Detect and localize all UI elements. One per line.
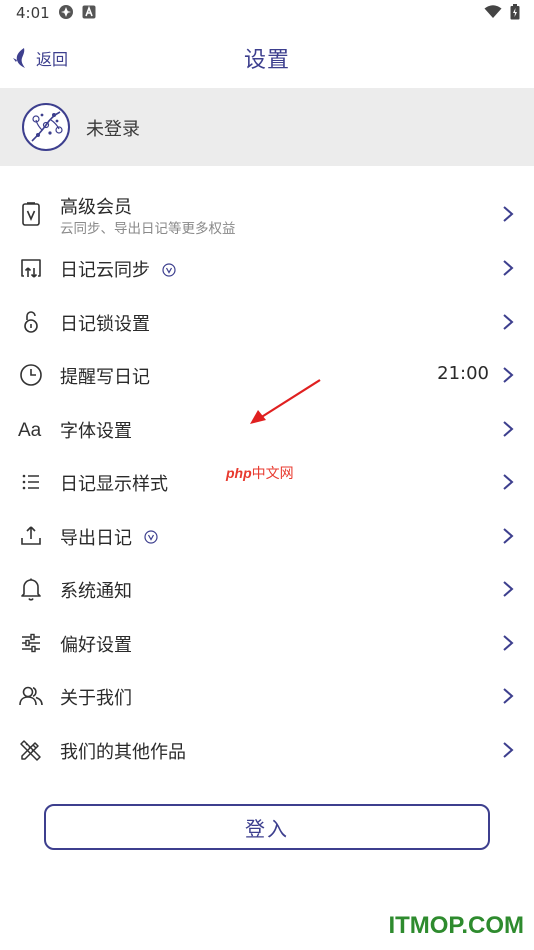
people-icon: [19, 686, 43, 706]
status-right-icons: [484, 4, 520, 20]
menu-label: 日记锁设置: [60, 313, 150, 335]
status-left-icons: [58, 4, 96, 20]
font-icon: Aa: [18, 420, 42, 441]
chevron-right-icon: [503, 581, 514, 597]
list-style-icon: [22, 474, 39, 490]
menu-label-text: 导出日记: [60, 527, 132, 549]
chevron-right-icon: [503, 420, 514, 437]
menu-item-about-us[interactable]: 关于我们: [0, 669, 534, 723]
menu-sublabel: 云同步、导出日记等更多权益: [60, 221, 236, 237]
nav-bar: 返回 设置: [0, 28, 534, 88]
clock-icon: [20, 364, 42, 386]
bell-icon: [21, 578, 41, 601]
login-status: 未登录: [86, 119, 140, 140]
svg-text:Aa: Aa: [18, 420, 42, 441]
site-watermark: ITMOP.COM: [388, 912, 524, 939]
status-time: 4:01: [16, 4, 50, 22]
sliders-icon: [22, 633, 40, 652]
font-notification-icon: [82, 5, 96, 19]
menu-item-premium[interactable]: 高级会员 云同步、导出日记等更多权益: [0, 187, 534, 241]
avatar: [22, 103, 70, 151]
status-bar: 4:01: [0, 0, 534, 28]
menu-label: 字体设置: [60, 420, 132, 442]
vip-badge-icon: [162, 262, 176, 277]
battery-icon: [510, 4, 520, 20]
menu-label: 提醒写日记: [60, 367, 150, 388]
reminder-time-value: 21:00: [437, 363, 489, 384]
menu-label: 我们的其他作品: [60, 741, 186, 763]
login-button[interactable]: 登入: [44, 804, 490, 850]
chevron-right-icon: [503, 741, 514, 758]
chevron-right-icon: [503, 313, 514, 330]
chevron-right-icon: [503, 634, 514, 651]
cloud-sync-icon: [21, 259, 41, 278]
menu-item-other-works[interactable]: 我们的其他作品: [0, 723, 534, 777]
lock-icon: [24, 310, 38, 333]
chevron-right-icon: [503, 688, 514, 704]
menu-item-cloud-sync[interactable]: 日记云同步: [0, 241, 534, 295]
menu-label: 日记云同步: [60, 256, 176, 282]
menu-label: 系统通知: [60, 581, 132, 602]
plum-blossom-avatar-icon: [31, 111, 63, 142]
export-icon: [21, 525, 41, 545]
chevron-right-icon: [503, 260, 514, 276]
vip-card-icon: [22, 202, 40, 226]
menu-item-diary-lock[interactable]: 日记锁设置: [0, 295, 534, 349]
account-card[interactable]: 未登录: [0, 88, 534, 166]
red-arrow-annotation: [250, 379, 321, 424]
page-title: 设置: [243, 48, 290, 73]
menu-label-text: 日记云同步: [60, 260, 150, 281]
chevron-right-icon: [503, 474, 514, 490]
chevron-right-icon: [503, 527, 514, 544]
menu-label: 偏好设置: [60, 634, 132, 656]
php-watermark: php中文网: [226, 463, 294, 483]
menu-item-preferences[interactable]: 偏好设置: [0, 616, 534, 670]
chevron-right-icon: [503, 367, 514, 383]
php-watermark-prefix: php: [226, 465, 252, 481]
menu-label: 日记显示样式: [60, 474, 168, 495]
menu-item-export[interactable]: 导出日记: [0, 509, 534, 563]
menu-label: 高级会员: [60, 197, 132, 218]
design-tools-icon: [20, 739, 41, 761]
app-notification-icon: [59, 5, 73, 19]
vip-badge-icon: [144, 530, 158, 544]
menu-item-notifications[interactable]: 系统通知: [0, 562, 534, 616]
menu-label: 关于我们: [60, 688, 132, 709]
chevron-right-icon: [503, 206, 514, 222]
wifi-icon: [484, 5, 502, 18]
php-watermark-suffix: 中文网: [251, 465, 294, 481]
menu-label: 导出日记: [60, 524, 158, 550]
